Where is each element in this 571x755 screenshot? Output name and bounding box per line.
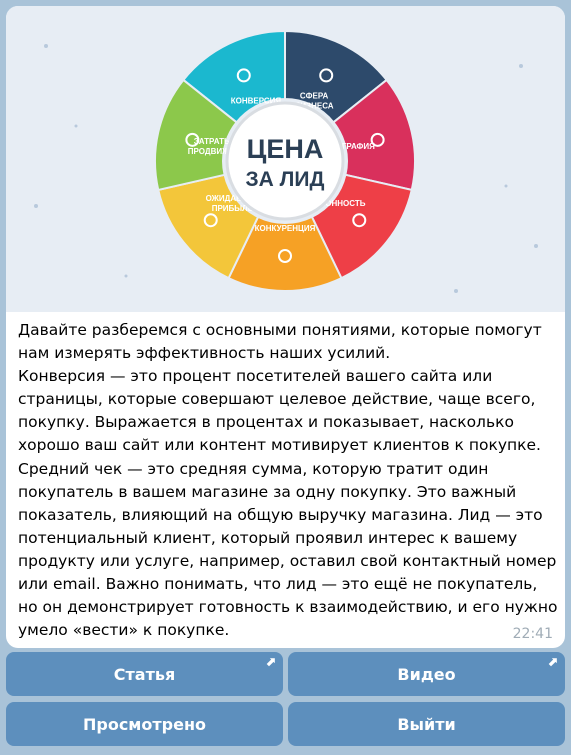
- exit-button-label: Выйти: [397, 714, 456, 734]
- article-button-label: Статья: [113, 664, 176, 684]
- infographic-image[interactable]: КОНВЕРСИЯ СФЕРА БИЗНЕСА ГЕОГРАФИЯ СЕЗОННОСТЬ…: [6, 6, 565, 312]
- external-link-icon: ⬈: [547, 655, 558, 670]
- price-per-lead-wheel: КОНВЕРСИЯСФЕРА БИЗНЕСАГЕОГРАФИЯСЕЗОННОСТЬ…: [34, 29, 538, 293]
- center-title-line2: ЗА ЛИД: [246, 168, 325, 191]
- article-button[interactable]: Статья ⬈: [6, 652, 283, 696]
- message-bubble: КОНВЕРСИЯ СФЕРА БИЗНЕСА ГЕОГРАФИЯ СЕЗОННОСТЬ…: [6, 6, 565, 648]
- external-link-icon: ⬈: [265, 655, 276, 670]
- segment-label: КОНКУРЕНЦИЯ: [255, 224, 316, 233]
- viewed-button[interactable]: Просмотрено: [6, 702, 283, 746]
- center-title-line1: ЦЕНА: [247, 134, 324, 164]
- video-button[interactable]: Видео ⬈: [288, 652, 565, 696]
- message-text: Давайте разберемся с основными понятиями…: [18, 321, 558, 640]
- video-button-label: Видео: [397, 664, 456, 684]
- viewed-button-label: Просмотрено: [82, 714, 206, 734]
- exit-button[interactable]: Выйти: [288, 702, 565, 746]
- message-time: 22:41: [512, 626, 553, 642]
